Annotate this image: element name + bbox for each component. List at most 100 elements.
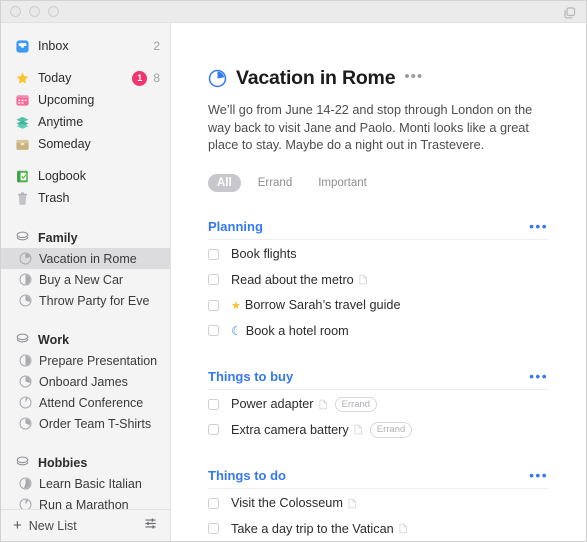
sidebar-project-label: Run a Marathon xyxy=(39,497,129,510)
sidebar-item-someday[interactable]: Someday xyxy=(1,133,170,155)
sidebar-project-label: Buy a New Car xyxy=(39,272,124,287)
sidebar-project-item[interactable]: Vacation in Rome xyxy=(1,248,170,269)
section-title: Things to do xyxy=(208,467,286,483)
ellipsis-icon[interactable]: ••• xyxy=(529,369,548,383)
minimize-button[interactable] xyxy=(29,6,40,17)
app-window: Inbox 2 Today 1 8 Upcoming Anytime Someday Logbo… xyxy=(0,0,587,542)
calendar-icon xyxy=(15,93,30,108)
sidebar-item-label: Trash xyxy=(38,191,70,205)
sidebar-project-label: Prepare Presentation xyxy=(39,353,158,368)
sidebar-item-upcoming[interactable]: Upcoming xyxy=(1,89,170,111)
sidebar-project-label: Order Team T-Shirts xyxy=(39,416,152,431)
todo-checkbox[interactable] xyxy=(208,274,219,286)
sidebar-item-trash[interactable]: Trash xyxy=(1,187,170,209)
section-title: Planning xyxy=(208,218,263,234)
todo-label: Visit the Colosseum xyxy=(231,496,343,511)
todo-checkbox[interactable] xyxy=(208,398,219,410)
moon-icon: ☾ xyxy=(231,323,242,338)
ellipsis-icon[interactable]: ••• xyxy=(529,219,548,233)
todo-item[interactable]: ☾ Book a hotel room xyxy=(208,320,548,342)
box-icon xyxy=(15,137,30,152)
todo-label: Borrow Sarah’s travel guide xyxy=(244,298,401,313)
close-button[interactable] xyxy=(10,6,21,17)
sidebar-group-label: Hobbies xyxy=(38,455,88,470)
todo-tag-chip[interactable]: Errand xyxy=(369,422,413,438)
note-page-icon xyxy=(319,399,328,410)
todo-item[interactable]: ★ Borrow Sarah’s travel guide xyxy=(208,295,548,317)
pie-progress-icon xyxy=(208,69,227,88)
inbox-tray-icon xyxy=(15,39,30,54)
sidebar-item-today[interactable]: Today 1 8 xyxy=(1,67,170,89)
tag-filter-all[interactable]: All xyxy=(208,173,241,192)
todo-checkbox[interactable] xyxy=(208,523,219,535)
new-list-button[interactable]: + New List xyxy=(13,518,143,533)
tag-filter-bar: All Errand Important xyxy=(208,173,548,192)
sidebar-project-item[interactable]: Run a Marathon xyxy=(1,494,170,509)
sidebar-project-item[interactable]: Buy a New Car xyxy=(1,269,170,290)
todo-checkbox[interactable] xyxy=(208,325,219,337)
tag-filter-errand[interactable]: Errand xyxy=(249,174,302,192)
project-notes[interactable]: We’ll go from June 14-22 and stop throug… xyxy=(208,102,548,155)
todo-section: Things to do ••• Visit the Colosseum Take a… xyxy=(208,468,548,542)
note-page-icon xyxy=(348,498,357,509)
todo-label: Read about the metro xyxy=(231,272,354,287)
sidebar-project-item[interactable]: Attend Conference xyxy=(1,392,170,413)
todo-checkbox[interactable] xyxy=(208,299,219,311)
note-page-icon xyxy=(359,274,368,285)
project-header: Vacation in Rome ••• xyxy=(208,67,548,90)
project-menu-icon[interactable]: ••• xyxy=(404,69,423,88)
note-page-icon xyxy=(354,424,363,435)
layers-icon xyxy=(15,115,30,130)
sliders-icon[interactable] xyxy=(143,516,158,536)
sidebar-item-label: Someday xyxy=(38,137,91,151)
sidebar-item-inbox[interactable]: Inbox 2 xyxy=(1,35,170,57)
project-progress-icon xyxy=(19,354,32,367)
todo-checkbox[interactable] xyxy=(208,497,219,509)
tag-filter-important[interactable]: Important xyxy=(309,174,376,192)
sidebar-group-family[interactable]: Family xyxy=(1,227,170,248)
sidebar-project-item[interactable]: Onboard James xyxy=(1,371,170,392)
sidebar-item-label: Anytime xyxy=(38,115,84,129)
todo-tag-chip[interactable]: Errand xyxy=(334,396,378,412)
sidebar-item-label: Logbook xyxy=(38,169,86,183)
sidebar-group-work[interactable]: Work xyxy=(1,329,170,350)
project-progress-icon xyxy=(19,417,32,430)
sidebar-project-label: Vacation in Rome xyxy=(39,251,137,266)
sidebar-project-item[interactable]: Order Team T-Shirts xyxy=(1,413,170,434)
todo-item[interactable]: Book flights xyxy=(208,244,548,266)
title-bar xyxy=(1,1,586,23)
sidebar-project-label: Attend Conference xyxy=(39,395,144,410)
todo-item[interactable]: Read about the metro xyxy=(208,269,548,291)
todo-item[interactable]: Power adapter Errand xyxy=(208,394,548,416)
section-title: Things to buy xyxy=(208,368,294,384)
area-stack-icon xyxy=(15,230,30,245)
sidebar-item-anytime[interactable]: Anytime xyxy=(1,111,170,133)
sidebar-scroll-area[interactable]: Inbox 2 Today 1 8 Upcoming Anytime Someday Logbo… xyxy=(1,23,170,509)
sidebar-project-item[interactable]: Prepare Presentation xyxy=(1,350,170,371)
sidebar-item-count: 8 xyxy=(153,71,160,85)
todo-item[interactable]: Take a day trip to the Vatican xyxy=(208,518,548,540)
sidebar-group-hobbies[interactable]: Hobbies xyxy=(1,452,170,473)
todo-checkbox[interactable] xyxy=(208,424,219,436)
todo-label: Book a hotel room xyxy=(245,323,349,338)
todo-item[interactable]: Extra camera battery Errand xyxy=(208,419,548,441)
duplicate-window-icon[interactable] xyxy=(562,5,578,21)
sidebar-item-label: Upcoming xyxy=(38,93,95,107)
sidebar-project-item[interactable]: Throw Party for Eve xyxy=(1,290,170,311)
ellipsis-icon[interactable]: ••• xyxy=(529,468,548,482)
sidebar-item-label: Today xyxy=(38,71,72,85)
todo-item[interactable]: Visit the Colosseum xyxy=(208,493,548,515)
sidebar-item-logbook[interactable]: Logbook xyxy=(1,165,170,187)
note-page-icon xyxy=(399,523,408,534)
sidebar-item-badge: 1 xyxy=(132,70,148,86)
sidebar-project-item[interactable]: Learn Basic Italian xyxy=(1,473,170,494)
star-icon: ★ xyxy=(231,299,241,312)
zoom-button[interactable] xyxy=(48,6,59,17)
todo-checkbox[interactable] xyxy=(208,248,219,260)
sidebar-project-label: Learn Basic Italian xyxy=(39,476,142,491)
section-header: Things to buy ••• xyxy=(208,369,548,390)
